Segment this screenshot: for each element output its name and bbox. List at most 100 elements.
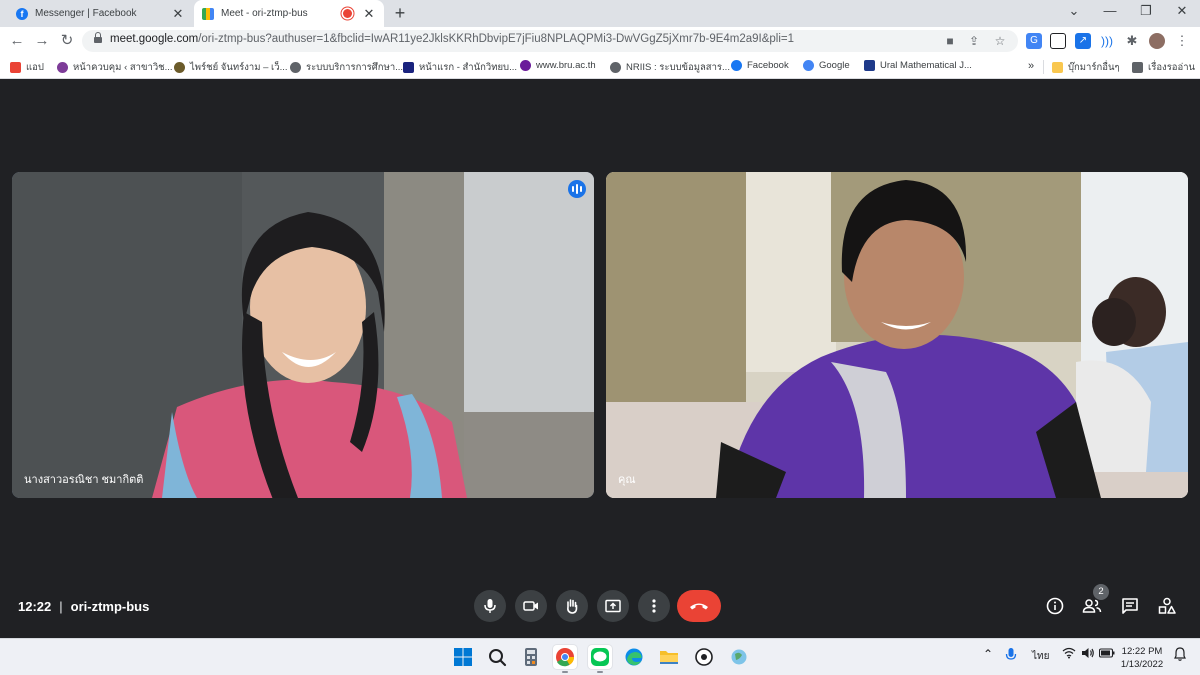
globe-icon bbox=[610, 62, 621, 73]
extensions-puzzle-icon[interactable]: ✱ bbox=[1124, 33, 1140, 49]
picture-in-picture-icon[interactable] bbox=[1050, 33, 1066, 49]
microphone-button[interactable] bbox=[474, 590, 506, 622]
tab-title: Meet - ori-ztmp-bus bbox=[221, 8, 308, 19]
wordpress-icon bbox=[57, 62, 68, 73]
running-indicator bbox=[562, 671, 568, 673]
participant-tile[interactable]: นางสาวอรณิชา ชมากิตติ bbox=[12, 172, 594, 498]
raise-hand-button[interactable] bbox=[556, 590, 588, 622]
self-name: คุณ bbox=[618, 474, 636, 486]
flower-app-icon bbox=[695, 648, 713, 666]
taskbar-edge[interactable] bbox=[622, 645, 646, 669]
present-icon bbox=[605, 599, 621, 613]
camera-in-use-icon[interactable]: ■ bbox=[942, 33, 958, 49]
windows-logo-icon bbox=[454, 648, 472, 666]
tab-messenger[interactable]: f Messenger | Facebook ✕ bbox=[8, 0, 193, 27]
bookmarks-divider bbox=[1043, 60, 1044, 74]
facebook-icon: f bbox=[16, 7, 28, 20]
more-options-button[interactable] bbox=[638, 590, 670, 622]
tab-search-icon[interactable]: ⌄ bbox=[1056, 3, 1092, 19]
bookmark-item[interactable]: Ural Mathematical J... bbox=[864, 60, 972, 71]
journal-icon bbox=[864, 60, 875, 71]
profile-avatar[interactable] bbox=[1149, 33, 1165, 49]
bookmark-apps[interactable]: แอป bbox=[10, 60, 44, 75]
lock-icon bbox=[94, 32, 102, 46]
system-clock[interactable]: 12:22 PM 1/13/2022 bbox=[1117, 645, 1167, 671]
clock-time: 12:22 PM bbox=[1121, 646, 1163, 657]
video-camera-icon bbox=[523, 601, 538, 611]
maximize-button[interactable]: ❐ bbox=[1128, 3, 1164, 19]
more-bookmarks-chevron-icon[interactable]: » bbox=[1028, 60, 1034, 72]
bookmark-item[interactable]: ไพร์ชย์ จันทร์งาม – เว็... bbox=[174, 60, 288, 75]
site-icon bbox=[174, 62, 185, 73]
minimize-button[interactable]: — bbox=[1092, 3, 1128, 18]
self-view-tile[interactable]: คุณ bbox=[606, 172, 1188, 498]
wifi-icon[interactable] bbox=[1062, 647, 1076, 662]
back-button[interactable]: ← bbox=[7, 31, 27, 51]
bookmark-item[interactable]: หน้าควบคุม ‹ สาขาวิช... bbox=[57, 60, 173, 75]
new-tab-button[interactable]: + bbox=[390, 3, 410, 24]
taskbar-file-explorer[interactable] bbox=[657, 645, 681, 669]
address-bar[interactable]: meet.google.com/ori-ztmp-bus?authuser=1&… bbox=[82, 30, 1018, 52]
bookmark-item[interactable]: NRIIS : ระบบข้อมูลสาร... bbox=[610, 60, 730, 75]
close-window-button[interactable]: ✕ bbox=[1164, 3, 1200, 19]
share-icon[interactable]: ⇪ bbox=[966, 33, 982, 49]
show-hidden-icons-chevron-icon[interactable]: ⌃ bbox=[983, 647, 993, 661]
folder-icon bbox=[660, 651, 678, 664]
self-video bbox=[606, 172, 1188, 498]
camera-button[interactable] bbox=[515, 590, 547, 622]
input-language[interactable]: ไทย bbox=[1032, 649, 1049, 664]
close-tab-icon[interactable]: ✕ bbox=[362, 6, 376, 22]
browser-tab-strip: f Messenger | Facebook ✕ Meet - ori-ztmp… bbox=[0, 0, 1200, 27]
participant-video bbox=[12, 172, 594, 498]
leave-call-button[interactable] bbox=[677, 590, 721, 622]
bookmark-facebook[interactable]: Facebook bbox=[731, 60, 789, 71]
taskbar-app[interactable] bbox=[727, 645, 751, 669]
meeting-details-button[interactable] bbox=[1044, 595, 1066, 617]
info-icon bbox=[1046, 597, 1064, 615]
search-icon bbox=[489, 649, 507, 667]
globe-app-icon bbox=[731, 649, 747, 665]
hand-icon bbox=[567, 599, 578, 614]
bookmarks-bar: แอป หน้าควบคุม ‹ สาขาวิช... ไพร์ชย์ จันท… bbox=[0, 55, 1200, 79]
participant-name: นางสาวอรณิชา ชมากิตติ bbox=[24, 474, 144, 486]
reload-button[interactable]: ↻ bbox=[57, 31, 77, 51]
close-tab-icon[interactable]: ✕ bbox=[171, 6, 185, 22]
chat-button[interactable] bbox=[1119, 595, 1141, 617]
apps-grid-icon bbox=[10, 62, 21, 73]
bookmark-item[interactable]: หน้าแรก - สำนักวิทยบ... bbox=[403, 60, 517, 75]
forward-button[interactable]: → bbox=[32, 31, 52, 51]
chrome-menu-icon[interactable]: ⋮ bbox=[1174, 33, 1190, 49]
battery-icon[interactable] bbox=[1098, 648, 1115, 661]
taskbar-chrome[interactable] bbox=[553, 645, 577, 673]
bookmark-other-folder[interactable]: บุ๊กมาร์กอื่นๆ bbox=[1052, 60, 1120, 75]
present-screen-button[interactable] bbox=[597, 590, 629, 622]
globe-icon bbox=[290, 62, 301, 73]
facebook-icon bbox=[731, 60, 742, 71]
volume-icon[interactable] bbox=[1081, 647, 1095, 662]
activities-icon bbox=[1158, 597, 1176, 614]
read-aloud-icon[interactable]: ))) bbox=[1099, 33, 1115, 49]
start-button[interactable] bbox=[451, 645, 475, 669]
extension-icon[interactable]: ↗ bbox=[1075, 33, 1091, 49]
tray-microphone-icon[interactable] bbox=[1005, 647, 1017, 666]
bookmark-google[interactable]: Google bbox=[803, 60, 850, 71]
bookmark-item[interactable]: ระบบบริการการศึกษา... bbox=[290, 60, 403, 75]
taskbar-app[interactable] bbox=[692, 645, 716, 669]
taskbar-line[interactable] bbox=[588, 645, 612, 673]
more-vertical-icon bbox=[652, 599, 656, 613]
bru-icon bbox=[520, 60, 531, 71]
bookmark-star-icon[interactable]: ☆ bbox=[992, 33, 1008, 49]
separator: | bbox=[59, 599, 63, 614]
tab-meet[interactable]: Meet - ori-ztmp-bus ✕ bbox=[194, 0, 384, 27]
notifications-icon[interactable] bbox=[1174, 647, 1186, 664]
taskbar-calculator[interactable] bbox=[519, 645, 543, 669]
reading-list[interactable]: เรื่องรออ่าน bbox=[1132, 60, 1195, 75]
running-indicator bbox=[597, 671, 603, 673]
activities-button[interactable] bbox=[1156, 595, 1178, 617]
library-icon bbox=[403, 62, 414, 73]
bookmark-item[interactable]: www.bru.ac.th bbox=[520, 60, 596, 71]
url-text: meet.google.com/ori-ztmp-bus?authuser=1&… bbox=[110, 33, 795, 45]
tab-title: Messenger | Facebook bbox=[35, 8, 137, 19]
google-translate-icon[interactable]: G bbox=[1026, 33, 1042, 49]
search-button[interactable] bbox=[485, 645, 509, 669]
